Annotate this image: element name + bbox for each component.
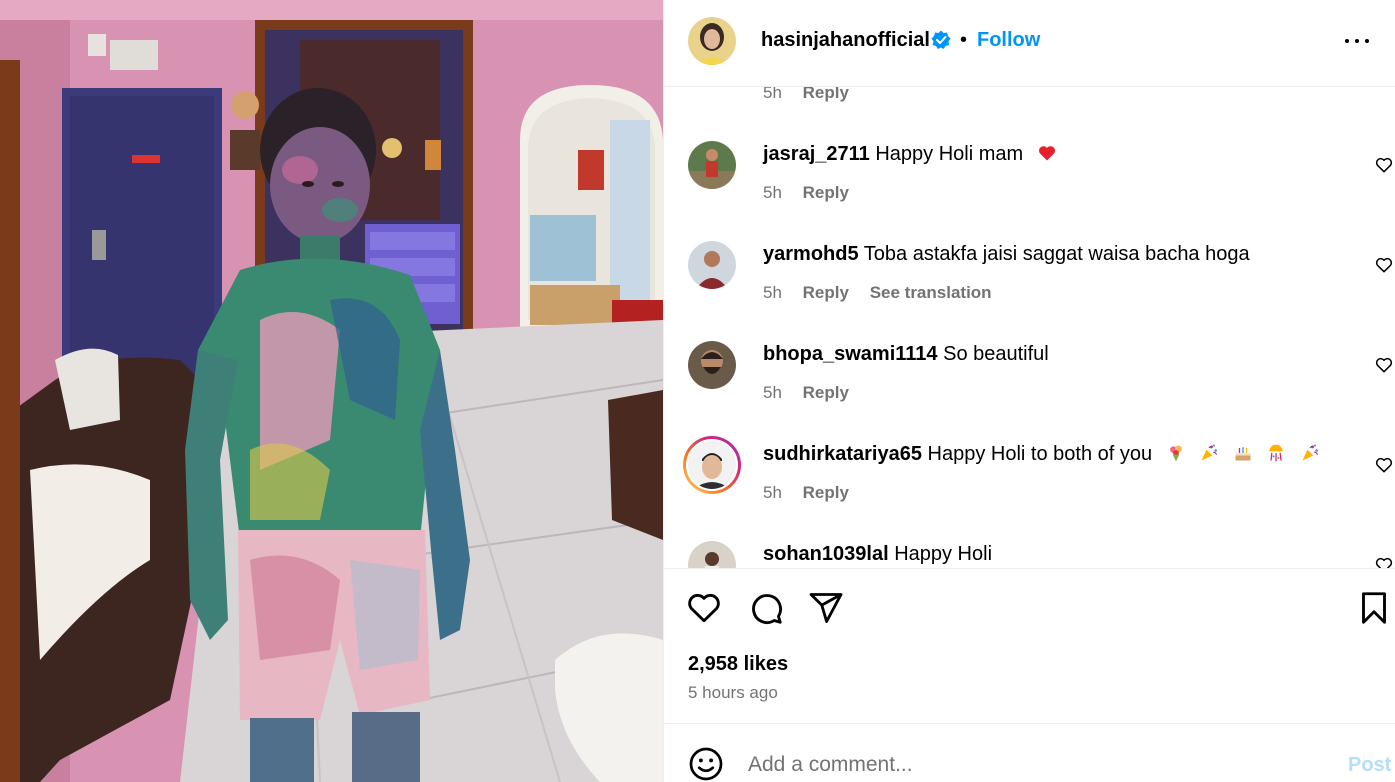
save-bookmark-icon[interactable] — [1356, 590, 1392, 626]
commenter-avatar-image — [688, 141, 736, 189]
see-translation-button[interactable]: See translation — [870, 283, 992, 302]
share-paper-plane-icon[interactable] — [808, 590, 844, 626]
previous-comment-meta: 5h Reply — [763, 87, 865, 103]
comment-meta: 5h Reply — [763, 483, 865, 503]
comment-body: Toba astakfa jaisi saggat waisa bacha ho… — [863, 243, 1250, 265]
like-heart-icon[interactable] — [686, 590, 722, 626]
comment-like-heart-icon[interactable] — [1374, 555, 1394, 568]
comment-time: 5h — [763, 183, 782, 202]
likes-count[interactable]: 2,958 likes — [688, 653, 788, 676]
post-timestamp: 5 hours ago — [688, 683, 778, 702]
comment-text: jasraj_2711 Happy Holi mam — [763, 143, 1057, 166]
author-username[interactable]: hasinjahanofficial — [761, 29, 930, 52]
author-avatar-image — [688, 17, 736, 65]
comment-input[interactable] — [748, 750, 1308, 780]
comment-item: sohan1039lal Happy Holi — [664, 541, 1395, 568]
emoji-smiley-icon[interactable] — [688, 746, 724, 782]
comment-like-heart-icon[interactable] — [1374, 355, 1394, 375]
comment-text: bhopa_swami1114 So beautiful — [763, 343, 1049, 366]
comment-text: yarmohd5 Toba astakfa jaisi saggat waisa… — [763, 243, 1250, 266]
commenter-avatar-image — [688, 341, 736, 389]
comment-item: sudhirkatariya65 Happy Holi to both of y… — [664, 436, 1395, 541]
post-header: hasinjahanofficial • Follow — [664, 0, 1395, 87]
comment-meta: 5h Reply See translation — [763, 283, 1008, 303]
party-popper-emoji — [1201, 444, 1218, 461]
commenter-username[interactable]: bhopa_swami1114 — [763, 343, 938, 365]
comment-text: sudhirkatariya65 Happy Holi to both of y… — [763, 443, 1320, 466]
bouquet-emoji — [1169, 445, 1182, 462]
confetti-ball-emoji — [1269, 444, 1284, 462]
reply-button[interactable]: Reply — [803, 483, 849, 502]
comment-like-heart-icon[interactable] — [1374, 155, 1394, 175]
header-separator: • — [960, 29, 968, 51]
comment-time: 5h — [763, 87, 782, 102]
reply-button[interactable]: Reply — [803, 283, 849, 302]
commenter-username[interactable]: yarmohd5 — [763, 243, 859, 265]
more-options-icon[interactable] — [1344, 34, 1370, 48]
commenter-username[interactable]: sohan1039lal — [763, 543, 889, 565]
post-side-panel: hasinjahanofficial • Follow 5h Reply jas… — [663, 0, 1395, 782]
commenter-username[interactable]: jasraj_2711 — [763, 143, 870, 165]
follow-button[interactable]: Follow — [977, 29, 1040, 52]
comment-body: Happy Holi — [894, 543, 993, 565]
comment-body: Happy Holi to both of you — [927, 443, 1153, 465]
reply-button[interactable]: Reply — [803, 87, 849, 102]
comment-item: bhopa_swami1114 So beautiful 5h Reply — [664, 341, 1395, 441]
commenter-avatar[interactable] — [688, 141, 736, 189]
comment-text: sohan1039lal Happy Holi — [763, 543, 992, 566]
comment-item: yarmohd5 Toba astakfa jaisi saggat waisa… — [664, 241, 1395, 341]
reply-button[interactable]: Reply — [803, 183, 849, 202]
reply-button[interactable]: Reply — [803, 383, 849, 402]
comments-list[interactable]: 5h Reply jasraj_2711 Happy Holi mam 5h R — [664, 87, 1395, 568]
comment-body: So beautiful — [943, 343, 1049, 365]
commenter-avatar-image — [688, 441, 736, 489]
commenter-avatar-image — [688, 241, 736, 289]
comment-bubble-icon[interactable] — [748, 590, 784, 626]
comment-time: 5h — [763, 383, 782, 402]
comment-time: 5h — [763, 483, 782, 502]
party-popper-emoji — [1302, 444, 1318, 461]
commenter-avatar-image — [688, 541, 736, 568]
comment-body: Happy Holi mam — [875, 143, 1024, 165]
post-comment-button[interactable]: Post — [1348, 754, 1391, 777]
verified-badge-icon — [931, 30, 951, 49]
comment-like-heart-icon[interactable] — [1374, 255, 1394, 275]
post-photo — [0, 0, 663, 782]
commenter-avatar[interactable] — [688, 241, 736, 289]
commenter-username[interactable]: sudhirkatariya65 — [763, 443, 922, 465]
commenter-avatar[interactable] — [688, 341, 736, 389]
birthday-cake-emoji — [1235, 447, 1251, 461]
comment-meta: 5h Reply — [763, 183, 865, 203]
red-heart-emoji — [1038, 146, 1055, 161]
holi-photo-illustration — [0, 0, 663, 782]
commenter-avatar[interactable] — [688, 541, 736, 568]
author-avatar[interactable] — [688, 17, 736, 65]
comment-composer: Post — [664, 723, 1395, 782]
comment-time: 5h — [763, 283, 782, 302]
comment-meta: 5h Reply — [763, 383, 865, 403]
comment-item: jasraj_2711 Happy Holi mam 5h Reply — [664, 141, 1395, 241]
post-actions: 2,958 likes 5 hours ago — [664, 568, 1395, 723]
commenter-avatar-story-ring[interactable] — [683, 436, 741, 494]
comment-like-heart-icon[interactable] — [1374, 455, 1394, 475]
